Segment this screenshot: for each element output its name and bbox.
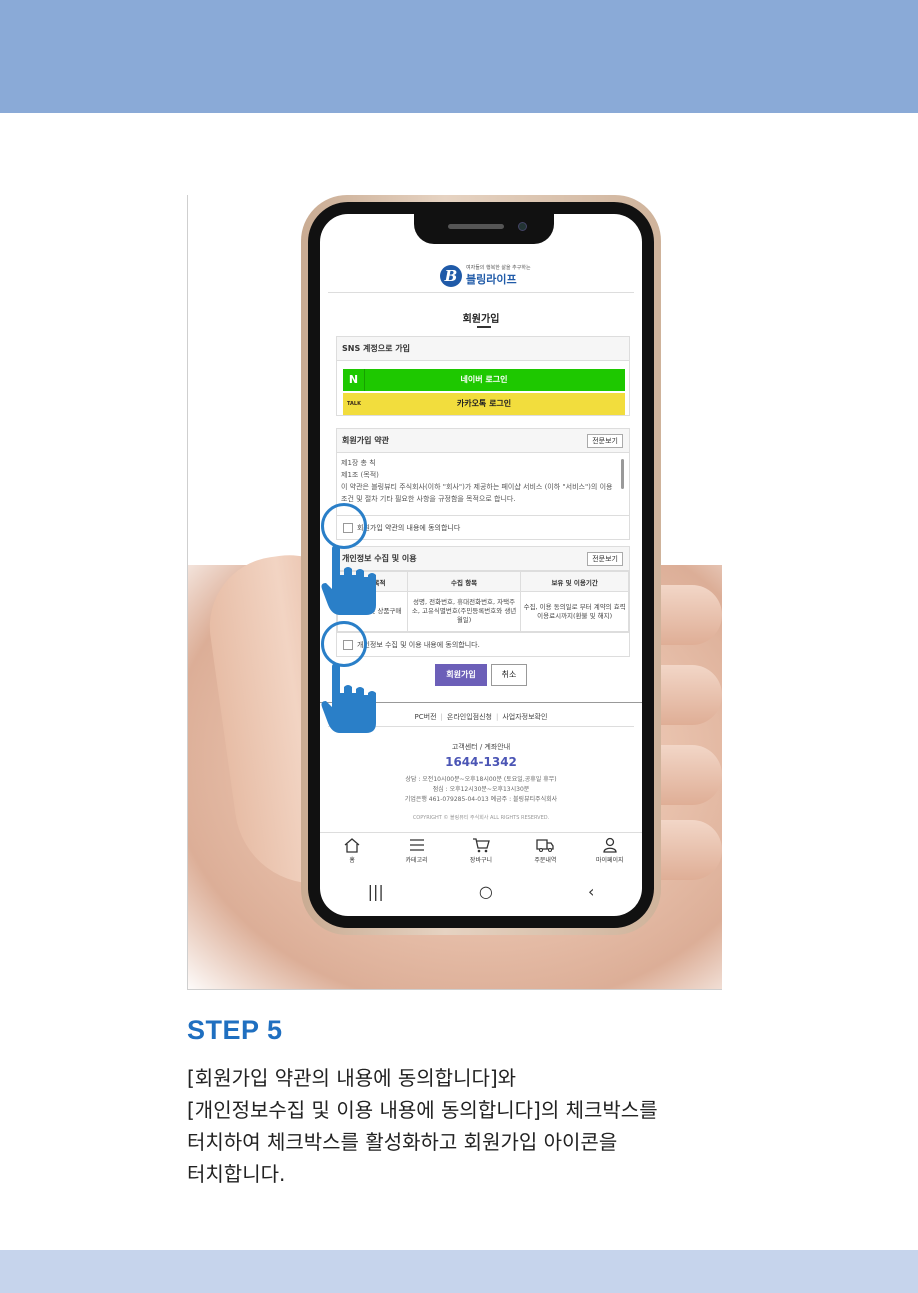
logo-name: 블링라이프	[466, 273, 517, 286]
step-title: STEP 5	[187, 1015, 283, 1045]
recent-apps-button[interactable]: |||	[368, 882, 384, 901]
kakao-login-button[interactable]: TALK 카카오톡 로그인	[343, 393, 625, 415]
terms-scroll-area[interactable]: 제1장 총 칙 제1조 (목적) 이 약관은 블링뷰티 주식회사(이하 "회사"…	[337, 453, 629, 515]
online-store-apply-link[interactable]: 온라인입점신청	[437, 713, 492, 721]
bottom-banner	[0, 1250, 918, 1293]
home-system-button[interactable]: ○	[479, 882, 493, 901]
system-nav-bar: ||| ○ ‹	[320, 878, 642, 904]
naver-login-label: 네이버 로그인	[460, 375, 508, 384]
step-description-line: 터치합니다.	[187, 1162, 286, 1186]
nav-label: 마이페이지	[595, 857, 624, 864]
table-cell: 성명, 전화번호, 휴대전화번호, 자택주소, 고유식별번호(주민등록번호와 생…	[406, 591, 522, 632]
pointing-hand-icon	[321, 545, 376, 615]
front-camera	[518, 222, 527, 231]
terms-box: 회원가입 약관 전문보기 제1장 총 칙 제1조 (목적) 이 약관은 블링뷰티…	[336, 428, 630, 540]
cart-icon	[472, 838, 490, 853]
user-icon	[603, 837, 617, 853]
terms-agree-row[interactable]: 회원가입 약관의 내용에 동의합니다	[337, 515, 629, 539]
naver-icon: N	[343, 369, 365, 391]
sns-header: SNS 계정으로 가입	[337, 337, 629, 361]
table-cell: 수집, 이용 동의일로 부터 계약의 효력이용료시까지(환불 및 해지)	[520, 591, 629, 632]
menu-icon	[409, 839, 424, 851]
nav-label: 장바구니	[469, 857, 493, 864]
step-description-line: [개인정보수집 및 이용 내용에 동의합니다]의 체크박스를	[187, 1098, 658, 1122]
site-logo[interactable]: B 여자들의 행복한 삶을 추구하는 블링라이프	[440, 264, 531, 287]
phone-photo: B 여자들의 행복한 삶을 추구하는 블링라이프 회원가입 SNS 계정으로 가…	[187, 195, 722, 990]
title-underline	[477, 326, 491, 328]
terms-line: 이 약관은 블링뷰티 주식회사(이하 "회사")가 제공하는 페이샵 서비스 (…	[341, 483, 613, 503]
home-icon	[344, 838, 360, 853]
step-description: [회원가입 약관의 내용에 동의합니다]와 [개인정보수집 및 이용 내용에 동…	[187, 1062, 658, 1190]
privacy-agree-label: 개인정보 수집 및 이용 내용에 동의합니다.	[357, 641, 480, 649]
cs-info-line: 점심 : 오후12시30분~오후13시30분	[432, 786, 530, 793]
logo-mark-icon: B	[440, 264, 462, 287]
terms-line: 제1조 (목적)	[341, 471, 379, 479]
nav-mypage[interactable]: 마이페이지	[585, 833, 635, 872]
tap-indicator-circle	[321, 621, 367, 667]
naver-login-button[interactable]: N 네이버 로그인	[343, 369, 625, 391]
nav-orders[interactable]: 주문내역	[520, 833, 570, 872]
copyright: COPYRIGHT © 블링뷰티 주식회사 ALL RIGHTS RESERVE…	[412, 815, 550, 821]
nav-label: 카테고리	[405, 857, 428, 864]
speaker-grill	[448, 224, 504, 229]
table-header-cell: 수집 항목	[406, 571, 522, 592]
truck-icon	[536, 839, 555, 852]
terms-agree-label: 회원가입 약관의 내용에 동의합니다	[357, 524, 461, 532]
nav-label: 홈	[349, 857, 355, 864]
nav-category[interactable]: 카테고리	[392, 833, 442, 872]
terms-scrollbar[interactable]	[621, 459, 624, 489]
nav-cart[interactable]: 장바구니	[456, 833, 506, 872]
terms-header: 회원가입 약관	[342, 436, 389, 445]
cancel-button[interactable]: 취소	[491, 664, 527, 686]
terms-line: 제1장 총 칙	[341, 459, 376, 467]
pointing-hand-icon	[321, 663, 376, 733]
nav-home[interactable]: 홈	[327, 833, 377, 872]
kakao-login-label: 카카오톡 로그인	[456, 399, 512, 408]
bottom-nav: 홈 카테고리 장바구니 주문내역 마이페이지	[320, 832, 642, 872]
logo-tagline: 여자들의 행복한 삶을 추구하는	[466, 265, 531, 271]
page-title: 회원가입	[462, 314, 500, 325]
step-description-line: [회원가입 약관의 내용에 동의합니다]와	[187, 1066, 517, 1090]
privacy-agree-row[interactable]: 개인정보 수집 및 이용 내용에 동의합니다.	[337, 632, 629, 656]
back-button[interactable]: ‹	[588, 882, 594, 901]
terms-view-all-button[interactable]: 전문보기	[587, 434, 623, 448]
phone-notch	[414, 214, 554, 244]
join-button[interactable]: 회원가입	[435, 664, 487, 686]
pc-version-link[interactable]: PC버전	[415, 713, 437, 721]
top-banner	[0, 0, 918, 113]
business-info-link[interactable]: 사업자정보확인	[492, 713, 547, 721]
privacy-view-all-button[interactable]: 전문보기	[587, 552, 623, 566]
cs-info-line: 기업은행 461-079285-04-013 예금주 : 블링뷰티주식회사	[404, 796, 558, 803]
customer-center-phone[interactable]: 1644-1342	[320, 755, 642, 769]
header-divider	[328, 292, 634, 293]
table-header-cell: 보유 및 이용기간	[520, 571, 629, 592]
tap-indicator-circle	[321, 503, 367, 549]
customer-center-title: 고객센터 / 계좌안내	[451, 743, 511, 751]
nav-label: 주문내역	[534, 857, 557, 864]
step-description-line: 터치하여 체크박스를 활성화하고 회원가입 아이콘을	[187, 1130, 618, 1154]
sns-signup-box: SNS 계정으로 가입 N 네이버 로그인 TALK 카카오톡 로그인	[336, 336, 630, 416]
cs-info-line: 상담 : 오전10시00분~오후18시00분 (토요일,공휴일 휴무)	[405, 776, 557, 783]
kakao-talk-icon: TALK	[347, 401, 361, 407]
